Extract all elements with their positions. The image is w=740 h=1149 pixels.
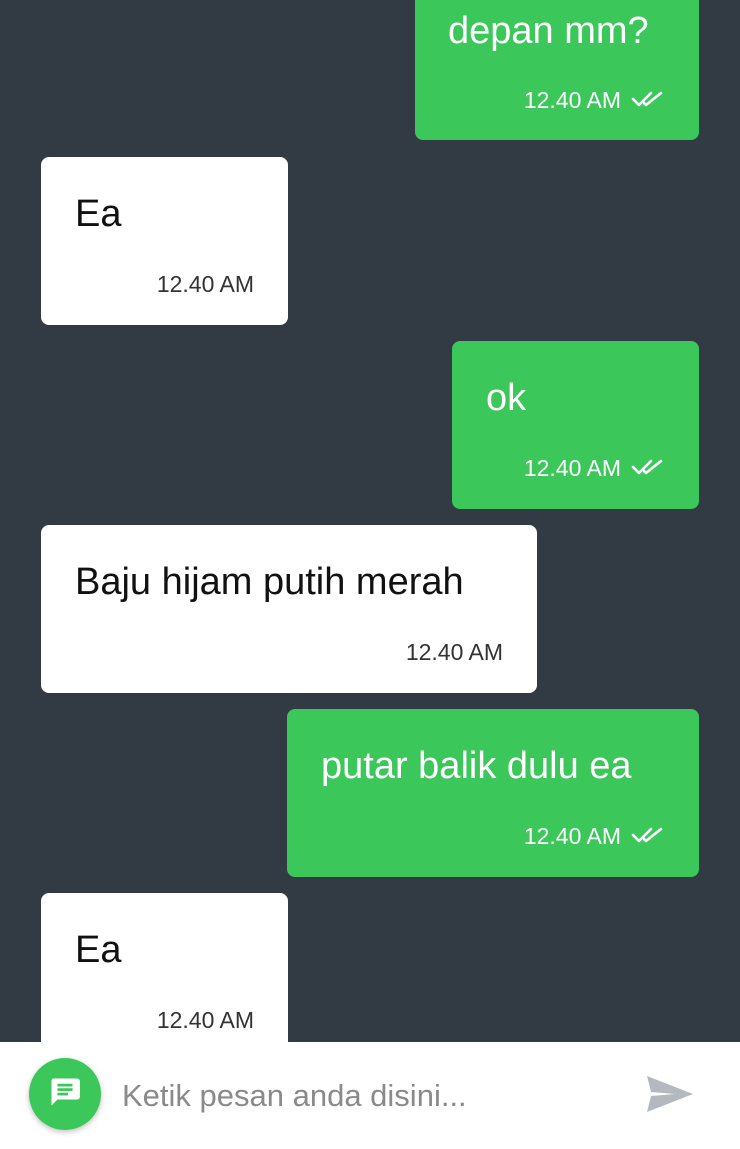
double-check-icon (631, 87, 665, 113)
message-time: 12.40 AM (405, 639, 503, 665)
message-bubble-incoming[interactable]: Ea 12.40 AM (41, 893, 288, 1042)
message-text: Ea (75, 929, 122, 971)
message-meta: 12.40 AM (157, 271, 254, 297)
chat-bubble-button[interactable] (29, 1058, 101, 1130)
message-bubble-incoming[interactable]: Baju hijam putih merah 12.40 AM (41, 525, 537, 693)
message-time: 12.40 AM (156, 1007, 254, 1033)
message-meta: 12.40 AM (406, 639, 503, 665)
message-bubble-outgoing[interactable]: depan mm? 12.40 AM (415, 0, 699, 140)
chat-bubble-icon (47, 1074, 83, 1115)
message-meta: 12.40 AM (524, 455, 665, 481)
message-text: Baju hijam putih merah (75, 561, 464, 603)
message-meta: 12.40 AM (524, 823, 665, 849)
double-check-icon (631, 455, 665, 481)
message-time: 12.40 AM (523, 87, 621, 113)
message-list[interactable]: depan mm? 12.40 AM Ea 12.40 AM ok 12.40 … (0, 0, 740, 1042)
message-meta: 12.40 AM (157, 1007, 254, 1033)
message-text: ok (486, 377, 527, 419)
send-button[interactable] (640, 1070, 700, 1122)
message-text: Ea (75, 193, 122, 235)
message-bubble-outgoing[interactable]: ok 12.40 AM (452, 341, 699, 509)
message-bubble-outgoing[interactable]: putar balik dulu ea 12.40 AM (287, 709, 699, 877)
message-text: putar balik dulu ea (321, 745, 632, 787)
message-time: 12.40 AM (523, 823, 621, 849)
message-bubble-incoming[interactable]: Ea 12.40 AM (41, 157, 288, 325)
message-composer (0, 1042, 740, 1149)
message-input[interactable] (122, 1068, 602, 1124)
message-text: depan mm? (448, 10, 649, 52)
chat-screen: depan mm? 12.40 AM Ea 12.40 AM ok 12.40 … (0, 0, 740, 1149)
message-meta: 12.40 AM (524, 87, 665, 113)
message-time: 12.40 AM (523, 455, 621, 481)
double-check-icon (631, 823, 665, 849)
send-icon (645, 1073, 695, 1120)
message-time: 12.40 AM (156, 271, 254, 297)
